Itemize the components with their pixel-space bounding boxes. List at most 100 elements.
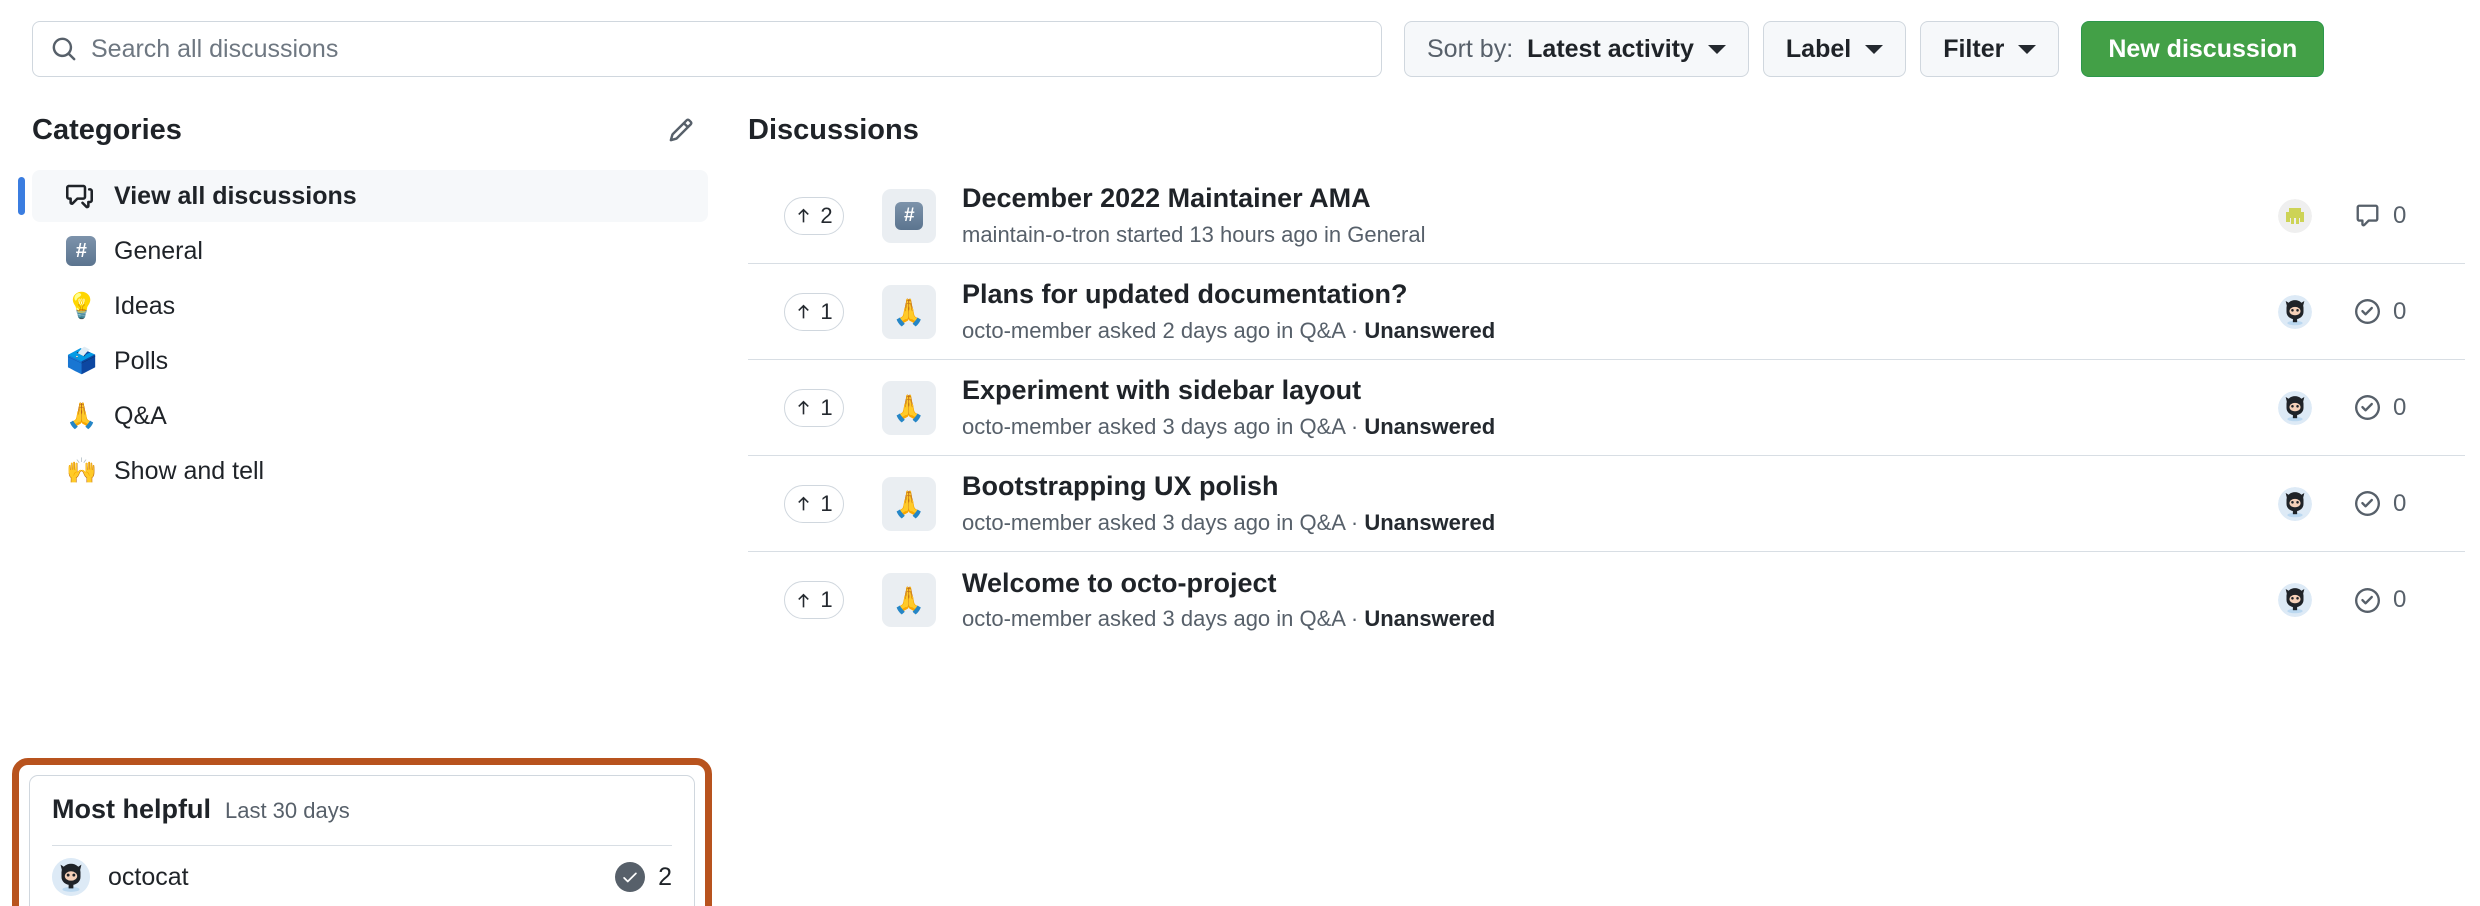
most-helpful-header: Most helpful Last 30 days	[52, 794, 672, 825]
sidebar-item-show-and-tell[interactable]: 🙌 Show and tell	[32, 445, 708, 497]
sidebar-item-general[interactable]: # General	[32, 225, 708, 277]
answered-count-value: 0	[2393, 490, 2406, 518]
avatar	[2278, 487, 2312, 521]
answered-count: 0	[2355, 490, 2451, 518]
most-helpful-subtitle: Last 30 days	[225, 798, 350, 824]
search-icon	[51, 36, 77, 62]
discussion-status: Unanswered	[1364, 414, 1495, 439]
most-helpful-highlight: Most helpful Last 30 days	[12, 758, 712, 906]
new-discussion-button[interactable]: New discussion	[2081, 21, 2324, 77]
sidebar-item-polls[interactable]: 🗳️ Polls	[32, 335, 708, 387]
ballot-box-emoji: 🗳️	[66, 349, 100, 374]
category-icon: #	[882, 189, 936, 243]
discussion-meta: octo-member asked 3 days ago in Q&A · Un…	[962, 510, 2235, 536]
discussion-title[interactable]: Bootstrapping UX polish	[962, 471, 2235, 502]
discussion-title[interactable]: Plans for updated documentation?	[962, 279, 2235, 310]
upvote-button[interactable]: 2	[784, 197, 844, 235]
category-icon: 🙏	[882, 285, 936, 339]
search-box[interactable]	[32, 21, 1382, 77]
discussion-status: Unanswered	[1364, 318, 1495, 343]
most-helpful-score: 2	[615, 862, 672, 892]
discussions-page: Sort by: Latest activity Label Filter Ne…	[0, 0, 2480, 906]
discussion-meta: octo-member asked 3 days ago in Q&A · Un…	[962, 606, 2235, 632]
avatar-slot	[2235, 583, 2355, 617]
upvote-button[interactable]: 1	[784, 293, 844, 331]
sidebar-header: Categories	[32, 98, 708, 162]
table-row[interactable]: 2 # December 2022 Maintainer AMA maintai…	[748, 168, 2465, 264]
discussion-meta-text: octo-member asked 3 days ago in Q&A ·	[962, 510, 1364, 535]
upvote-count: 1	[820, 491, 832, 517]
filter-button[interactable]: Filter	[1920, 21, 2059, 77]
pencil-icon[interactable]	[668, 117, 694, 143]
check-circle-icon	[2355, 491, 2380, 516]
most-helpful-row[interactable]: octocat 2	[52, 846, 672, 906]
discussion-title[interactable]: December 2022 Maintainer AMA	[962, 183, 2235, 214]
discussion-meta-text: octo-member asked 3 days ago in Q&A ·	[962, 414, 1364, 439]
discussion-body: Welcome to octo-project octo-member aske…	[962, 568, 2235, 632]
avatar-slot	[2235, 487, 2355, 521]
chevron-down-icon	[1865, 45, 1883, 54]
discussion-row-right: 0	[2235, 199, 2451, 233]
upvote-count: 2	[820, 203, 832, 229]
discussion-body: Experiment with sidebar layout octo-memb…	[962, 375, 2235, 439]
upvote-button[interactable]: 1	[784, 581, 844, 619]
search-input[interactable]	[91, 22, 1363, 76]
check-circle-icon	[2355, 299, 2380, 324]
page-title: Discussions	[748, 98, 2465, 162]
discussion-row-right: 0	[2235, 391, 2451, 425]
hash-badge-icon: #	[895, 202, 923, 230]
avatar-slot	[2235, 199, 2355, 233]
discussion-meta-text: octo-member asked 2 days ago in Q&A ·	[962, 318, 1364, 343]
comment-discussion-icon	[66, 183, 100, 210]
sidebar-item-label: Ideas	[114, 292, 175, 321]
discussion-title[interactable]: Experiment with sidebar layout	[962, 375, 2235, 406]
answered-count-value: 0	[2393, 298, 2406, 326]
answered-count-value: 0	[2393, 586, 2406, 614]
most-helpful-title: Most helpful	[52, 794, 211, 825]
discussion-body: Bootstrapping UX polish octo-member aske…	[962, 471, 2235, 535]
discussion-title[interactable]: Welcome to octo-project	[962, 568, 2235, 599]
table-row[interactable]: 1 🙏 Welcome to octo-project octo-member …	[748, 552, 2465, 648]
discussion-meta: maintain-o-tron started 13 hours ago in …	[962, 222, 2235, 248]
label-filter-button[interactable]: Label	[1763, 21, 1906, 77]
upvote-button[interactable]: 1	[784, 389, 844, 427]
discussion-status: Unanswered	[1364, 510, 1495, 535]
category-list: View all discussions # General 💡 Ideas 🗳…	[32, 170, 708, 497]
avatar	[2278, 199, 2312, 233]
discussion-meta: octo-member asked 2 days ago in Q&A · Un…	[962, 318, 2235, 344]
upvote-count: 1	[820, 587, 832, 613]
chevron-down-icon	[1708, 45, 1726, 54]
most-helpful-card: Most helpful Last 30 days	[29, 775, 695, 906]
sidebar-item-ideas[interactable]: 💡 Ideas	[32, 280, 708, 332]
label-button-text: Label	[1786, 35, 1851, 64]
categories-title: Categories	[32, 114, 182, 147]
answered-count: 0	[2355, 586, 2451, 614]
sort-by-button[interactable]: Sort by: Latest activity	[1404, 21, 1749, 77]
upvote-button[interactable]: 1	[784, 485, 844, 523]
sidebar-item-qa[interactable]: 🙏 Q&A	[32, 390, 708, 442]
category-icon: 🙏	[882, 381, 936, 435]
answered-count: 0	[2355, 394, 2451, 422]
table-row[interactable]: 1 🙏 Bootstrapping UX polish octo-member …	[748, 456, 2465, 552]
sidebar-item-label: View all discussions	[114, 182, 357, 211]
discussion-row-right: 0	[2235, 583, 2451, 617]
category-icon: 🙏	[882, 477, 936, 531]
hash-badge-icon: #	[66, 236, 100, 266]
comment-icon	[2355, 203, 2380, 228]
upvote-count: 1	[820, 299, 832, 325]
table-row[interactable]: 1 🙏 Experiment with sidebar layout octo-…	[748, 360, 2465, 456]
avatar	[2278, 391, 2312, 425]
discussion-body: December 2022 Maintainer AMA maintain-o-…	[962, 183, 2235, 247]
sidebar-item-label: General	[114, 237, 203, 266]
discussion-meta: octo-member asked 3 days ago in Q&A · Un…	[962, 414, 2235, 440]
new-discussion-label: New discussion	[2108, 35, 2297, 64]
discussion-meta-text: octo-member asked 3 days ago in Q&A ·	[962, 606, 1364, 631]
discussion-meta-text: maintain-o-tron started 13 hours ago in …	[962, 222, 1425, 247]
discussions-panel: Discussions 2 # December 2022 Maintainer…	[748, 98, 2465, 906]
most-helpful-username[interactable]: octocat	[108, 863, 189, 892]
sidebar-item-view-all-discussions[interactable]: View all discussions	[32, 170, 708, 222]
most-helpful-count: 2	[658, 863, 672, 892]
table-row[interactable]: 1 🙏 Plans for updated documentation? oct…	[748, 264, 2465, 360]
sidebar-item-label: Q&A	[114, 402, 167, 431]
sidebar: Categories View all discussions #	[0, 98, 740, 906]
